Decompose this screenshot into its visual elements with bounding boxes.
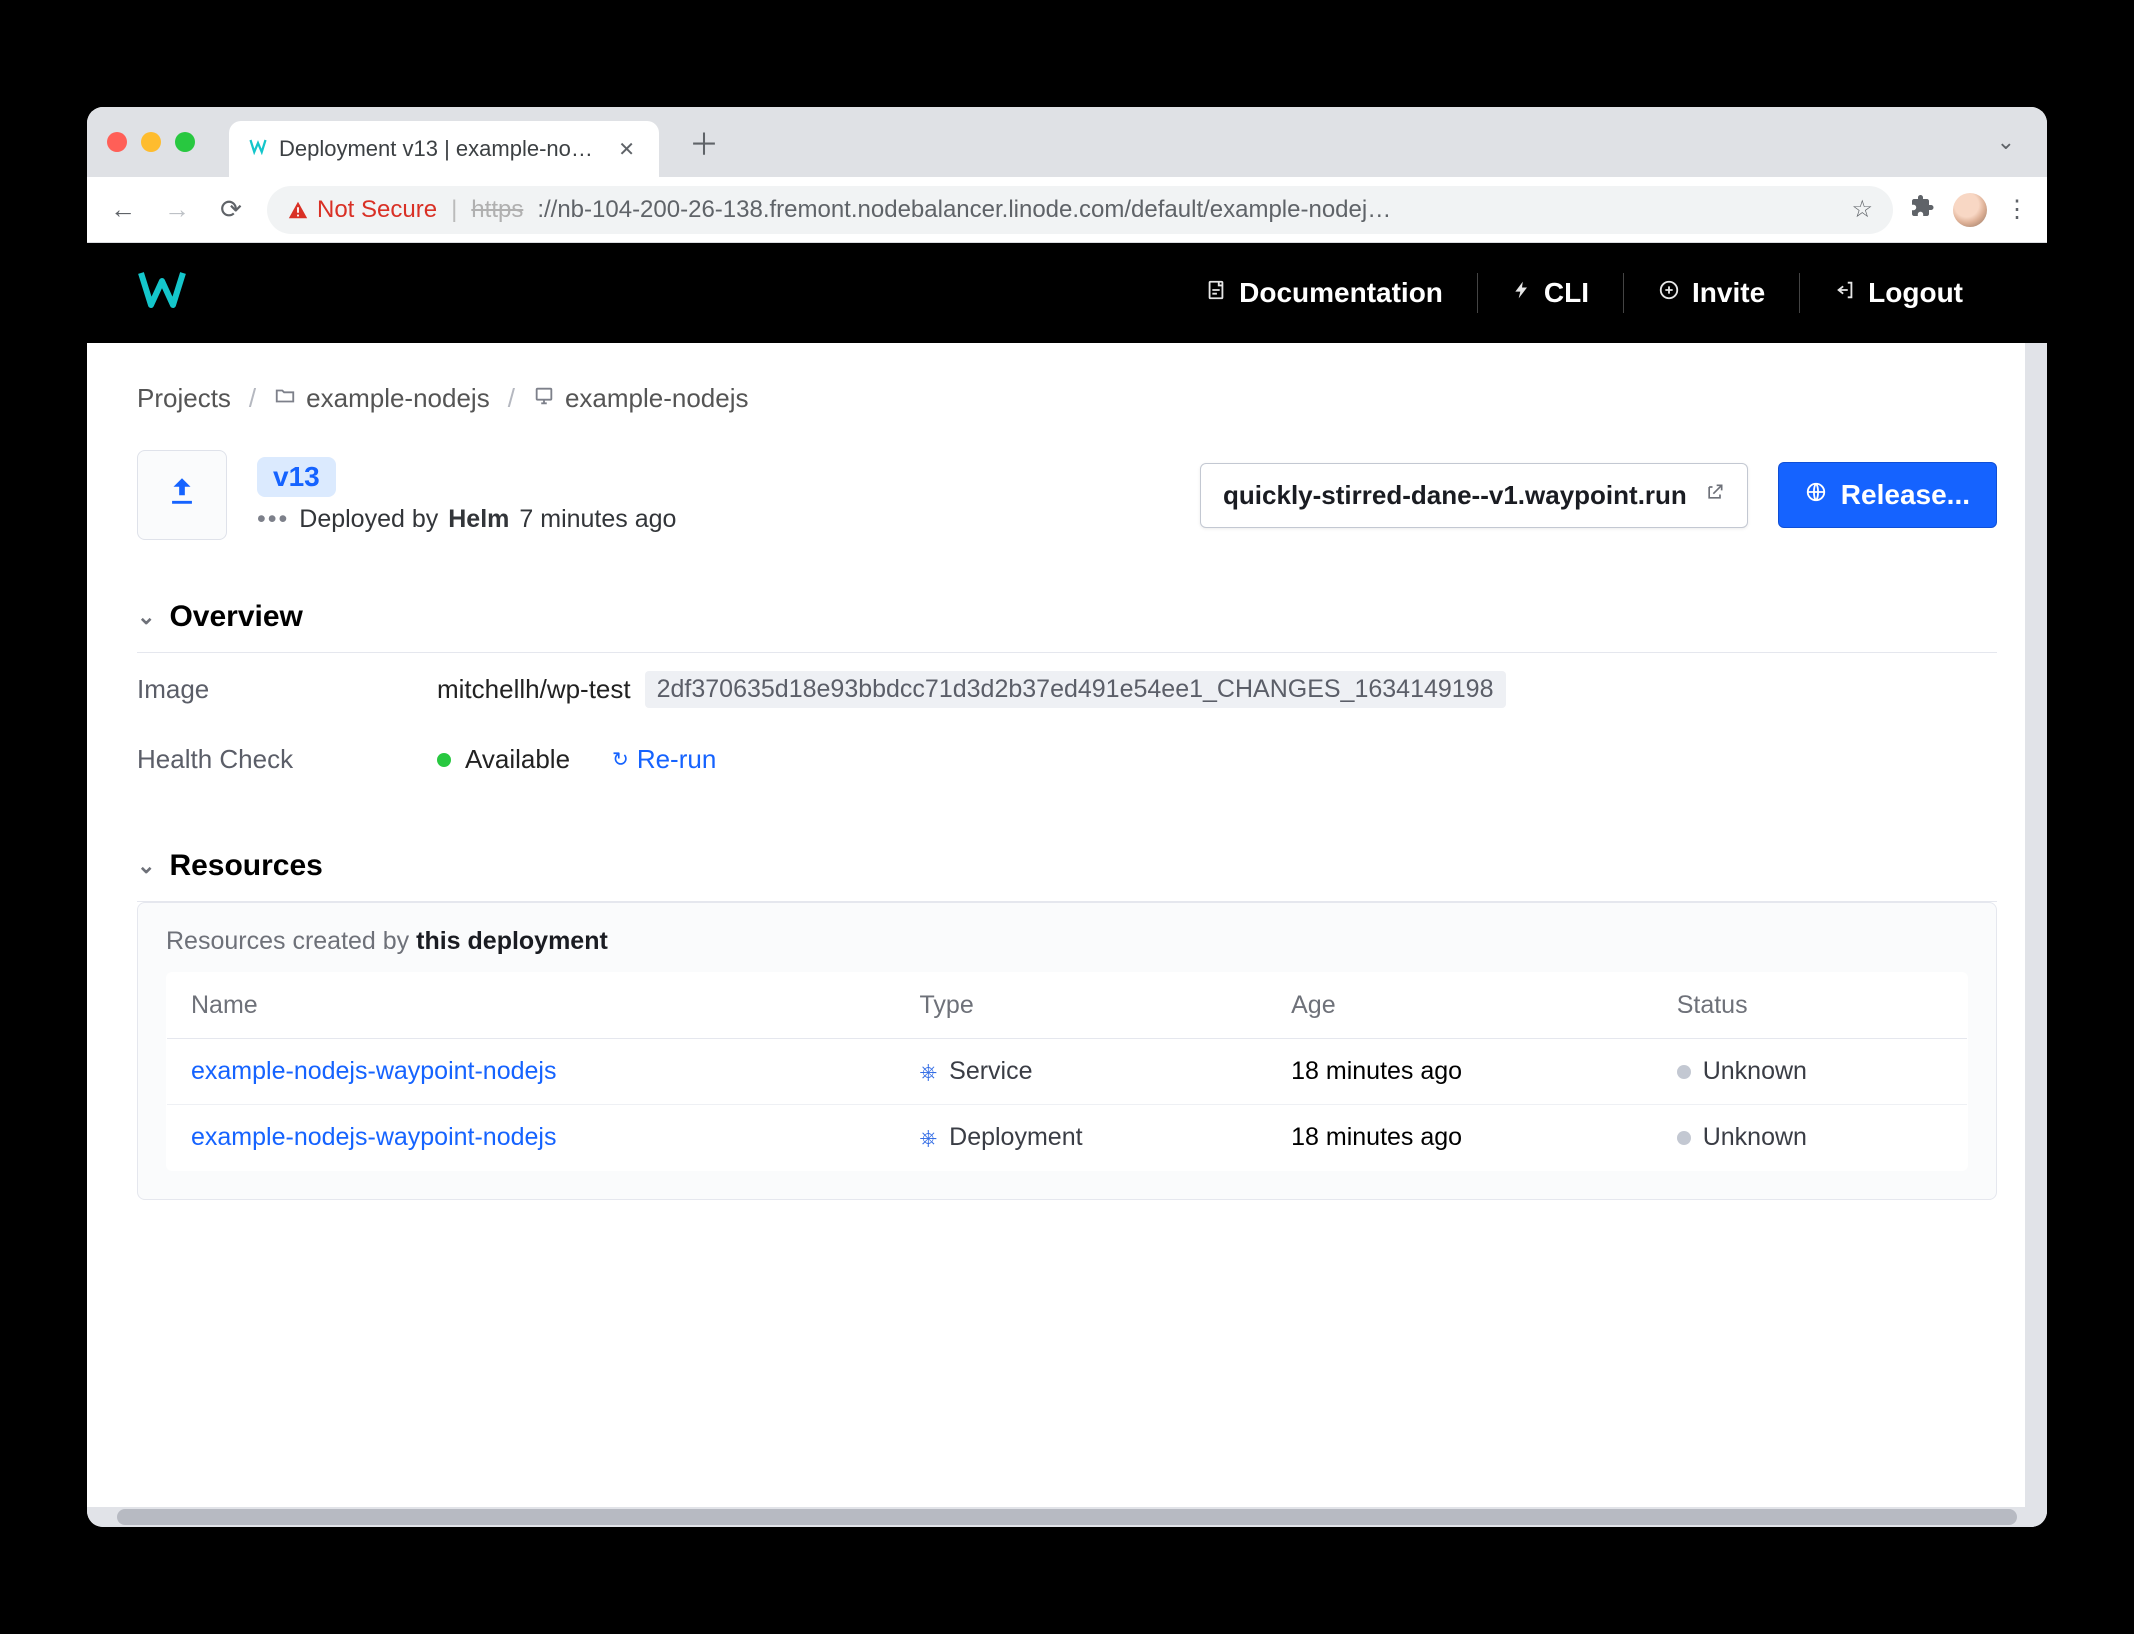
minimize-window-button[interactable] (141, 132, 161, 152)
nav-cli[interactable]: CLI (1477, 273, 1623, 313)
health-value: Available (465, 744, 570, 775)
refresh-icon: ↻ (612, 747, 629, 772)
nav-logout-label: Logout (1868, 277, 1963, 309)
overview-health-row: Health Check Available ↻ Re-run (137, 726, 1997, 793)
tabs-overflow-button[interactable]: ⌄ (1985, 129, 2027, 155)
app-viewport: Documentation CLI Invite (87, 243, 2047, 1527)
rerun-health-button[interactable]: ↻ Re-run (612, 744, 716, 775)
browser-menu-icon[interactable]: ⋮ (2005, 195, 2029, 224)
browser-toolbar: ← → ⟳ Not Secure | https ://nb-104-200-2… (87, 177, 2047, 243)
app-icon (533, 385, 555, 413)
bolt-icon (1512, 279, 1532, 308)
horizontal-scrollbar[interactable] (87, 1507, 2047, 1527)
kubernetes-icon: ⎈ (920, 1125, 938, 1151)
nav-logout[interactable]: Logout (1799, 273, 1997, 313)
col-type: Type (896, 973, 1268, 1039)
waypoint-favicon-icon (249, 137, 267, 161)
deployment-subtitle: ••• Deployed by Helm 7 minutes ago (257, 505, 676, 534)
table-row: example-nodejs-waypoint-nodejs ⎈Service … (167, 1039, 1968, 1105)
deployment-meta: v13 ••• Deployed by Helm 7 minutes ago (257, 457, 676, 534)
deployment-url-chip[interactable]: quickly-stirred-dane--v1.waypoint.run (1200, 463, 1748, 528)
reload-button[interactable]: ⟳ (213, 194, 249, 225)
deployment-header: v13 ••• Deployed by Helm 7 minutes ago q… (137, 450, 1997, 540)
nav-cli-label: CLI (1544, 277, 1589, 309)
overview-toggle[interactable]: ⌄ Overview (137, 600, 1997, 653)
window-controls (107, 132, 195, 152)
chevron-down-icon: ⌄ (137, 853, 155, 879)
version-pill[interactable]: v13 (257, 457, 336, 497)
chevron-down-icon: ⌄ (137, 604, 155, 630)
maximize-window-button[interactable] (175, 132, 195, 152)
resources-section: ⌄ Resources Resources created by this de… (137, 849, 1997, 1200)
resources-toggle[interactable]: ⌄ Resources (137, 849, 1997, 902)
profile-avatar[interactable] (1953, 193, 1987, 227)
browser-tab[interactable]: Deployment v13 | example-nod… ✕ (229, 121, 659, 177)
col-name: Name (167, 973, 896, 1039)
resource-link[interactable]: example-nodejs-waypoint-nodejs (191, 1123, 556, 1151)
scrollbar-thumb[interactable] (2028, 353, 2044, 873)
image-hash: 2df370635d18e93bbdcc71d3d2b37ed491e54ee1… (645, 671, 1506, 708)
url-path: ://nb-104-200-26-138.fremont.nodebalance… (537, 196, 1837, 224)
forward-button[interactable]: → (159, 194, 195, 225)
close-window-button[interactable] (107, 132, 127, 152)
nav-documentation[interactable]: Documentation (1171, 273, 1477, 313)
table-row: example-nodejs-waypoint-nodejs ⎈Deployme… (167, 1105, 1968, 1171)
status-dot-grey-icon (1677, 1065, 1691, 1079)
status-dot-grey-icon (1677, 1131, 1691, 1145)
col-status: Status (1653, 973, 1968, 1039)
nav-invite[interactable]: Invite (1623, 273, 1799, 313)
app-header: Documentation CLI Invite (87, 243, 2047, 343)
horizontal-scrollbar-thumb[interactable] (117, 1509, 2017, 1525)
plus-circle-icon (1658, 279, 1680, 308)
browser-titlebar: Deployment v13 | example-nod… ✕ ＋ ⌄ (87, 107, 2047, 177)
image-name: mitchellh/wp-test (437, 674, 631, 705)
address-bar[interactable]: Not Secure | https ://nb-104-200-26-138.… (267, 186, 1893, 234)
new-tab-button[interactable]: ＋ (673, 120, 735, 164)
app-nav: Documentation CLI Invite (1171, 273, 1997, 313)
release-button[interactable]: Release... (1778, 462, 1997, 528)
resources-card: Resources created by this deployment Nam… (137, 902, 1997, 1200)
globe-icon (1805, 481, 1827, 510)
overview-image-row: Image mitchellh/wp-test 2df370635d18e93b… (137, 653, 1997, 726)
breadcrumb-project[interactable]: example-nodejs (274, 383, 490, 414)
kubernetes-icon: ⎈ (920, 1059, 938, 1085)
security-warning-label: Not Secure (317, 196, 437, 224)
folder-icon (274, 385, 296, 413)
tab-title: Deployment v13 | example-nod… (279, 136, 602, 162)
url-scheme: https (471, 196, 523, 224)
nav-documentation-label: Documentation (1239, 277, 1443, 309)
breadcrumb: Projects / example-nodejs / example-node… (137, 383, 1997, 414)
breadcrumb-projects[interactable]: Projects (137, 383, 231, 414)
resources-caption: Resources created by this deployment (166, 927, 1968, 956)
col-age: Age (1267, 973, 1653, 1039)
browser-window: Deployment v13 | example-nod… ✕ ＋ ⌄ ← → … (87, 107, 2047, 1527)
document-icon (1205, 279, 1227, 308)
security-warning-icon[interactable]: Not Secure (287, 196, 437, 224)
deployment-url-text: quickly-stirred-dane--v1.waypoint.run (1223, 480, 1687, 511)
resources-table: Name Type Age Status example-nodejs-wayp… (166, 972, 1968, 1171)
image-label: Image (137, 674, 437, 705)
resource-age: 18 minutes ago (1291, 1057, 1462, 1085)
resource-link[interactable]: example-nodejs-waypoint-nodejs (191, 1057, 556, 1085)
nav-invite-label: Invite (1692, 277, 1765, 309)
extensions-icon[interactable] (1911, 194, 1935, 225)
overview-section: ⌄ Overview Image mitchellh/wp-test 2df37… (137, 600, 1997, 793)
upload-icon (165, 474, 199, 517)
page-body: Projects / example-nodejs / example-node… (87, 343, 2047, 1507)
close-tab-icon[interactable]: ✕ (614, 137, 639, 162)
bookmark-star-icon[interactable]: ☆ (1851, 195, 1873, 224)
external-link-icon (1705, 482, 1725, 508)
breadcrumb-app[interactable]: example-nodejs (533, 383, 749, 414)
health-label: Health Check (137, 744, 437, 775)
back-button[interactable]: ← (105, 194, 141, 225)
resource-age: 18 minutes ago (1291, 1123, 1462, 1151)
deployment-badge (137, 450, 227, 540)
status-dot-green-icon (437, 753, 451, 767)
more-icon[interactable]: ••• (257, 505, 289, 534)
logout-icon (1834, 279, 1856, 308)
waypoint-logo-icon[interactable] (137, 269, 187, 317)
